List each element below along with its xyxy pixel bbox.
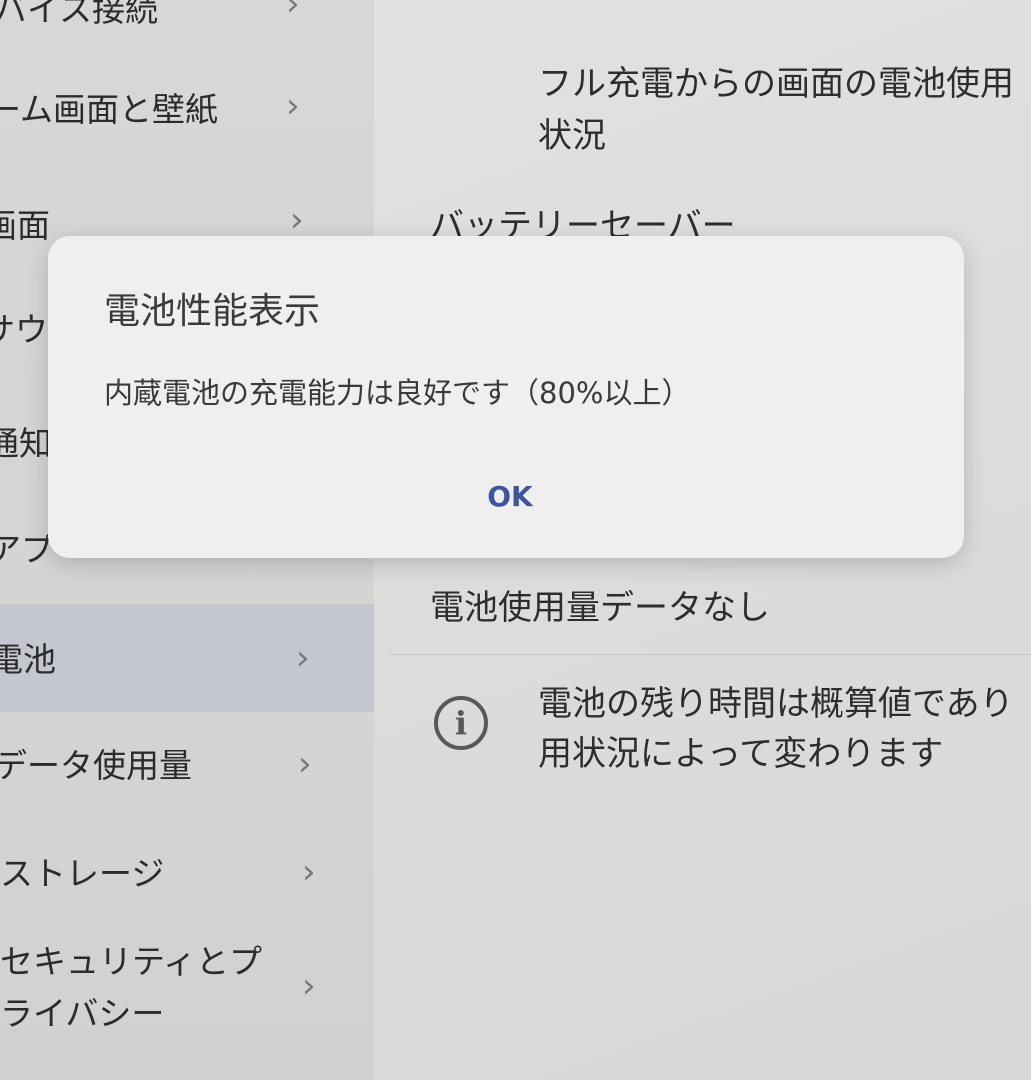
dialog-message: 内蔵電池の充電能力は良好です（80%以上）: [104, 376, 691, 410]
dialog-title: 電池性能表示: [104, 291, 321, 332]
settings-screen: バイス接続 › ーム画面と壁紙 › 画面 › サウ 通知 アプ 電池 › データ…: [0, 0, 1031, 1080]
ok-button[interactable]: OK: [450, 468, 570, 524]
battery-performance-dialog: 電池性能表示 内蔵電池の充電能力は良好です（80%以上） OK: [48, 236, 964, 558]
